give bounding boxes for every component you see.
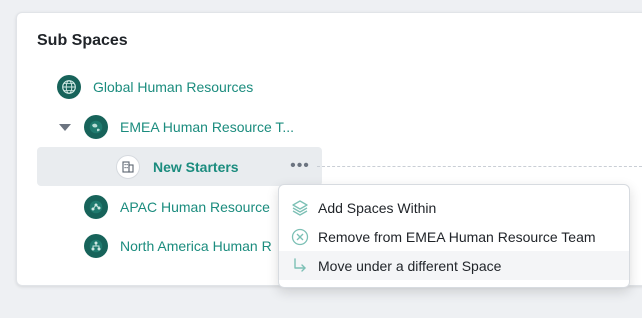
context-menu: Add Spaces Within Remove from EMEA Human… bbox=[278, 184, 630, 288]
tree-item-label: APAC Human Resource bbox=[120, 199, 270, 215]
move-arrow-icon bbox=[290, 256, 310, 276]
more-options-button[interactable]: ••• bbox=[289, 157, 311, 174]
tree-item-label: New Starters bbox=[153, 159, 239, 175]
panel-title: Sub Spaces bbox=[37, 32, 128, 49]
hierarchy-icon bbox=[84, 234, 108, 258]
remove-circle-icon bbox=[290, 227, 310, 247]
network-icon bbox=[84, 195, 108, 219]
tree-item-label: EMEA Human Resource T... bbox=[120, 119, 295, 135]
layers-icon bbox=[290, 198, 310, 218]
menu-item-label: Move under a different Space bbox=[318, 257, 502, 274]
globe-icon bbox=[57, 75, 81, 99]
tree-item-global-human-resources[interactable]: Global Human Resources bbox=[17, 67, 642, 107]
tree-item-label: North America Human R bbox=[120, 238, 272, 254]
menu-item-move-under-different-space[interactable]: Move under a different Space bbox=[279, 251, 629, 280]
tree-item-new-starters[interactable]: New Starters bbox=[17, 147, 642, 187]
menu-item-label: Add Spaces Within bbox=[318, 199, 437, 216]
building-icon bbox=[116, 155, 140, 179]
menu-item-add-spaces-within[interactable]: Add Spaces Within bbox=[279, 193, 629, 222]
menu-item-label: Remove from EMEA Human Resource Team bbox=[318, 228, 596, 245]
world-map-icon bbox=[84, 115, 108, 139]
menu-item-remove-from-team[interactable]: Remove from EMEA Human Resource Team bbox=[279, 222, 629, 251]
tree-item-emea-human-resource-team[interactable]: EMEA Human Resource T... bbox=[17, 107, 642, 147]
tree-item-label: Global Human Resources bbox=[93, 79, 254, 95]
